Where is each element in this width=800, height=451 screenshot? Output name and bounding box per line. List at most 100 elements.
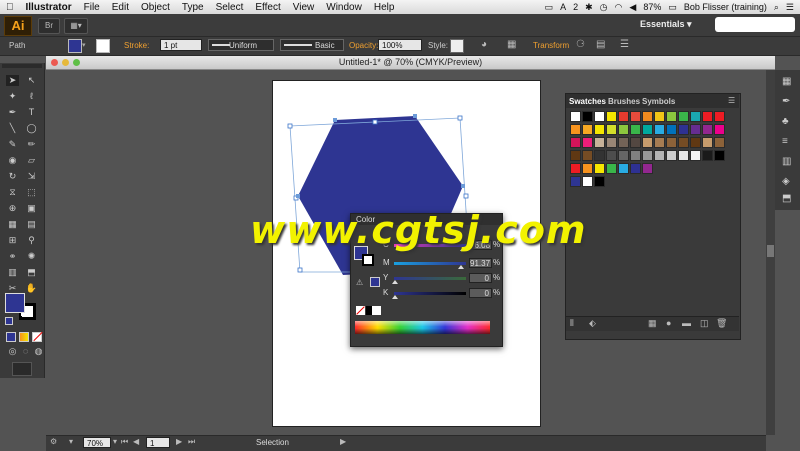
swatch-chip[interactable] (570, 137, 581, 148)
swatch-options-icon[interactable]: ▦ (648, 318, 657, 329)
swatch-chip[interactable] (678, 150, 689, 161)
swatch-chip[interactable] (714, 150, 725, 161)
swatch-chip[interactable] (714, 124, 725, 135)
select-similar-icon[interactable]: ▤ (596, 39, 605, 50)
column-graph-tool-icon[interactable]: ▥ (6, 267, 19, 278)
swatch-chip[interactable] (618, 163, 629, 174)
tab-brushes[interactable]: Brushes (608, 97, 640, 107)
stroke-dock-icon[interactable]: ≡ (782, 136, 788, 147)
swatch-chip[interactable] (594, 137, 605, 148)
draw-behind-icon[interactable]: ◌ (19, 346, 32, 357)
menu-edit[interactable]: Edit (106, 2, 135, 13)
volume-icon[interactable]: ◀ (629, 2, 636, 13)
menu-type[interactable]: Type (176, 2, 210, 13)
swatch-chip[interactable] (606, 111, 617, 122)
swatch-chip[interactable] (654, 150, 665, 161)
eraser-tool-icon[interactable]: ▱ (25, 155, 38, 166)
workspace-switcher[interactable]: Essentials ▾ (640, 17, 700, 32)
swatch-chip[interactable] (606, 163, 617, 174)
fill-dropdown-icon[interactable]: ▾ (82, 41, 86, 49)
last-artboard-icon[interactable]: ⏭ (188, 437, 195, 447)
swatch-chip[interactable] (702, 111, 713, 122)
color-mode-button[interactable] (6, 332, 16, 342)
swatch-chip[interactable] (702, 137, 713, 148)
brushes-dock-icon[interactable]: ✒ (782, 96, 790, 107)
swatch-chip[interactable] (594, 111, 605, 122)
black-slider-thumb[interactable] (392, 295, 398, 299)
adobe-status-icon[interactable]: A (560, 2, 566, 12)
opacity-field[interactable]: 100% (378, 39, 422, 51)
swatch-chip[interactable] (714, 137, 725, 148)
fill-color-swatch[interactable] (68, 39, 82, 53)
menu-effect[interactable]: Effect (249, 2, 286, 13)
panel-stroke-box[interactable] (362, 254, 374, 266)
battery-icon[interactable]: ▭ (668, 2, 677, 13)
color-guide-icon[interactable]: ▦ (782, 76, 791, 87)
out-of-gamut-icon[interactable]: ⚠ (356, 278, 363, 287)
zoom-level-field[interactable]: 70% (83, 437, 111, 448)
clock-icon[interactable]: ◷ (600, 2, 608, 13)
status-bar-icon[interactable]: ▾ (69, 437, 73, 446)
type-tool-icon[interactable]: T (25, 107, 38, 118)
scale-tool-icon[interactable]: ⇲ (25, 171, 38, 182)
swatch-chip[interactable] (678, 111, 689, 122)
graphic-style-swatch[interactable] (450, 39, 464, 53)
eyedropper-tool-icon[interactable]: ⚲ (25, 235, 38, 246)
paintbrush-tool-icon[interactable]: ✎ (6, 139, 19, 150)
menu-file[interactable]: File (78, 2, 106, 13)
spotlight-search-icon[interactable]: ⌕ (774, 2, 779, 13)
swatch-chip[interactable] (666, 137, 677, 148)
draw-inside-icon[interactable]: ◍ (32, 346, 45, 357)
rotate-tool-icon[interactable]: ↻ (6, 171, 19, 182)
swatch-chip[interactable] (666, 150, 677, 161)
swatch-chip[interactable] (606, 150, 617, 161)
tab-symbols[interactable]: Symbols (642, 97, 675, 107)
symbol-sprayer-tool-icon[interactable]: ✺ (25, 251, 38, 262)
opacity-label[interactable]: Opacity: (349, 40, 378, 51)
none-color-swatch[interactable] (356, 306, 365, 315)
swatch-chip[interactable] (630, 150, 641, 161)
status-bar-icon[interactable]: ⚙ (50, 437, 57, 446)
swatch-chip[interactable] (702, 150, 713, 161)
minimize-window-button[interactable] (62, 59, 69, 66)
swatch-chip[interactable] (594, 176, 605, 187)
swatch-chip[interactable] (666, 124, 677, 135)
swatch-chip[interactable] (630, 111, 641, 122)
swatch-chip[interactable] (654, 111, 665, 122)
swatch-kinds-icon[interactable]: ⬖ (589, 318, 596, 329)
pencil-tool-icon[interactable]: ✏ (25, 139, 38, 150)
menu-help[interactable]: Help (368, 2, 401, 13)
swatch-chip[interactable] (642, 163, 653, 174)
menu-view[interactable]: View (287, 2, 321, 13)
ellipse-tool-icon[interactable]: ◯ (25, 123, 38, 134)
selection-tool-icon[interactable]: ➤ (6, 75, 19, 86)
search-input[interactable] (715, 17, 795, 32)
swatch-chip[interactable] (690, 137, 701, 148)
gradient-tool-icon[interactable]: ▤ (25, 219, 38, 230)
menu-app-name[interactable]: Illustrator (20, 2, 78, 13)
menu-object[interactable]: Object (135, 2, 176, 13)
magenta-value-field[interactable]: 91.37 (469, 258, 492, 268)
yellow-slider[interactable] (394, 277, 466, 280)
stroke-label[interactable]: Stroke: (124, 40, 149, 51)
lasso-tool-icon[interactable]: ℓ (25, 91, 38, 102)
magenta-slider[interactable] (394, 262, 466, 265)
user-name[interactable]: Bob Flisser (training) (684, 2, 767, 12)
symbols-dock-icon[interactable]: ♣ (782, 116, 789, 127)
pen-tool-icon[interactable]: ✒ (6, 107, 19, 118)
artboards-dock-icon[interactable]: ⬒ (782, 193, 791, 204)
swatch-chip[interactable] (618, 150, 629, 161)
none-mode-button[interactable] (32, 331, 43, 342)
swatch-chip[interactable] (690, 124, 701, 135)
artboard-number-field[interactable]: 1 (146, 437, 170, 448)
direct-selection-tool-icon[interactable]: ↖ (25, 75, 38, 86)
gamut-swatch[interactable] (370, 277, 380, 287)
swatch-chip[interactable] (570, 163, 581, 174)
swatch-chip[interactable] (690, 150, 701, 161)
swatch-chip[interactable] (642, 137, 653, 148)
hand-tool-icon[interactable]: ✋ (25, 283, 38, 294)
vertical-scroll-thumb[interactable] (767, 245, 774, 257)
blend-tool-icon[interactable]: ⚭ (6, 251, 19, 262)
notification-list-icon[interactable]: ☰ (786, 2, 794, 13)
live-paint-tool-icon[interactable]: ▣ (25, 203, 38, 214)
